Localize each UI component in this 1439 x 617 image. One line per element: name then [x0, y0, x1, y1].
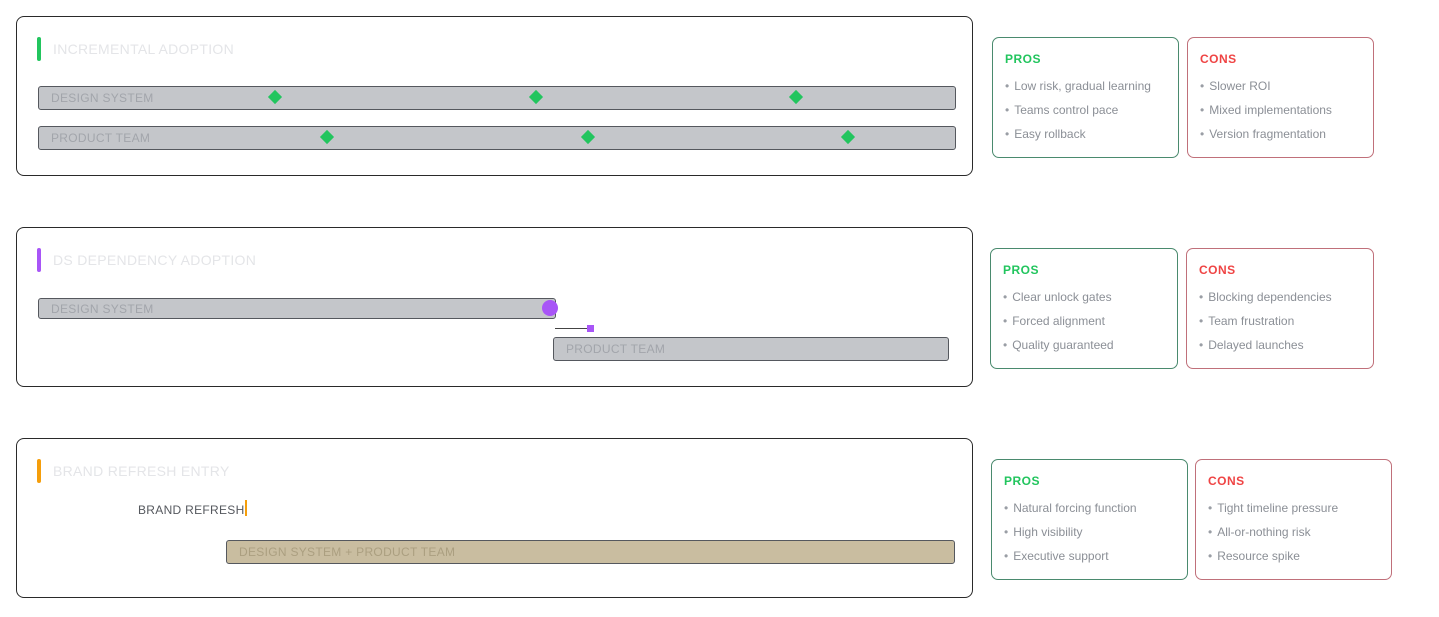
product-team-bar: PRODUCT TEAM — [38, 126, 956, 150]
green-accent-bar — [37, 37, 41, 61]
brand-refresh-entry-panel: BRAND REFRESH ENTRY BRAND REFRESH DESIGN… — [16, 438, 973, 598]
pros-item: Teams control pace — [1005, 103, 1151, 127]
incremental-adoption-panel: INCREMENTAL ADOPTION DESIGN SYSTEM PRODU… — [16, 16, 973, 176]
cons-title: CONS — [1199, 263, 1236, 277]
pros-title: PROS — [1003, 263, 1040, 277]
purple-accent-bar — [37, 248, 41, 272]
pros-card: PROS Natural forcing function High visib… — [991, 459, 1188, 580]
unlock-gate-dot-icon — [542, 300, 558, 316]
cons-title: CONS — [1200, 52, 1237, 66]
cons-item: Tight timeline pressure — [1208, 501, 1338, 525]
pros-item: Quality guaranteed — [1003, 338, 1113, 362]
panel-title: BRAND REFRESH ENTRY — [53, 463, 230, 479]
bar-label: PRODUCT TEAM — [51, 131, 151, 145]
cons-item: Mixed implementations — [1200, 103, 1332, 127]
pros-item: Natural forcing function — [1004, 501, 1136, 525]
cons-item: Version fragmentation — [1200, 127, 1332, 151]
cons-card: CONS Tight timeline pressure All-or-noth… — [1195, 459, 1392, 580]
cons-title: CONS — [1208, 474, 1245, 488]
combined-team-bar: DESIGN SYSTEM + PRODUCT TEAM — [226, 540, 955, 564]
brand-refresh-marker-line — [245, 500, 247, 516]
dependency-connector-line — [555, 328, 589, 329]
design-system-bar: DESIGN SYSTEM — [38, 86, 956, 110]
pros-list: Natural forcing function High visibility… — [1004, 501, 1137, 573]
cons-item: Blocking dependencies — [1199, 290, 1331, 314]
pros-item: Executive support — [1004, 549, 1137, 573]
pros-card: PROS Low risk, gradual learning Teams co… — [992, 37, 1179, 158]
bar-label: PRODUCT TEAM — [566, 342, 666, 356]
cons-item: Team frustration — [1199, 314, 1332, 338]
cons-list: Blocking dependencies Team frustration D… — [1199, 290, 1332, 362]
bar-label: DESIGN SYSTEM — [51, 91, 154, 105]
pros-item: Easy rollback — [1005, 127, 1151, 151]
cons-item: Resource spike — [1208, 549, 1338, 573]
pros-item: Forced alignment — [1003, 314, 1114, 338]
design-system-bar: DESIGN SYSTEM — [38, 298, 556, 319]
cons-item: All-or-nothing risk — [1208, 525, 1338, 549]
pros-item: Low risk, gradual learning — [1005, 79, 1151, 103]
cons-item: Delayed launches — [1199, 338, 1332, 362]
dependency-endpoint-icon — [587, 325, 594, 332]
pros-title: PROS — [1004, 474, 1041, 488]
pros-card: PROS Clear unlock gates Forced alignment… — [990, 248, 1178, 369]
panel-title: INCREMENTAL ADOPTION — [53, 41, 235, 57]
orange-accent-bar — [37, 459, 41, 483]
cons-list: Slower ROI Mixed implementations Version… — [1200, 79, 1332, 151]
cons-card: CONS Slower ROI Mixed implementations Ve… — [1187, 37, 1374, 158]
ds-dependency-adoption-panel: DS DEPENDENCY ADOPTION DESIGN SYSTEM PRO… — [16, 227, 973, 387]
product-team-bar: PRODUCT TEAM — [553, 337, 949, 361]
pros-title: PROS — [1005, 52, 1042, 66]
pros-list: Low risk, gradual learning Teams control… — [1005, 79, 1151, 151]
bar-label: DESIGN SYSTEM — [51, 302, 154, 316]
brand-refresh-marker-label: BRAND REFRESH — [138, 503, 245, 517]
pros-item: Clear unlock gates — [1003, 290, 1114, 314]
cons-item: Slower ROI — [1200, 79, 1332, 103]
cons-list: Tight timeline pressure All-or-nothing r… — [1208, 501, 1338, 573]
panel-title: DS DEPENDENCY ADOPTION — [53, 252, 257, 268]
bar-label: DESIGN SYSTEM + PRODUCT TEAM — [239, 545, 456, 559]
cons-card: CONS Blocking dependencies Team frustrat… — [1186, 248, 1374, 369]
pros-item: High visibility — [1004, 525, 1137, 549]
pros-list: Clear unlock gates Forced alignment Qual… — [1003, 290, 1114, 362]
